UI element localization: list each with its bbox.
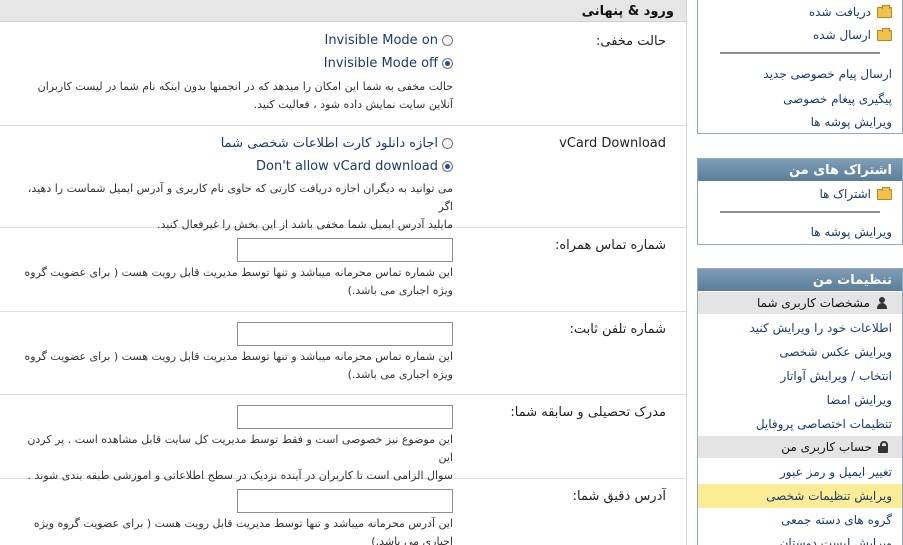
vcard-description-1: می توانید به دیگران اجازه دریافت کارتی ک… bbox=[27, 182, 453, 213]
invisible-on-option[interactable]: Invisible Mode on bbox=[324, 33, 453, 48]
account-subheader: حساب کاربری من bbox=[698, 436, 902, 458]
landline-input[interactable] bbox=[237, 322, 453, 346]
link-edit-photo[interactable]: ویرایش عکس شخصی bbox=[779, 345, 892, 359]
mobile-row: شماره تماس همراه: این شماره تماس محرمانه… bbox=[0, 228, 686, 312]
link-profile-privacy[interactable]: تنظیمات اختصاصی پروفایل bbox=[756, 417, 892, 431]
vcard-deny-radio[interactable] bbox=[442, 161, 453, 172]
link-edit-details[interactable]: اطلاعات خود را ویرایش کنید bbox=[750, 321, 893, 335]
invisible-on-radio[interactable] bbox=[442, 35, 453, 46]
mobile-description-2: ویژه اجباری می باشد.) bbox=[347, 284, 453, 297]
vcard-label: vCard Download bbox=[559, 136, 666, 151]
folder-inbox-label: دریافت شده bbox=[808, 5, 871, 19]
vcard-deny-text: Don't allow vCard download bbox=[255, 159, 438, 174]
education-input[interactable] bbox=[237, 405, 453, 429]
link-new-pm[interactable]: ارسال پیام خصوصی جدید bbox=[763, 67, 892, 81]
folder-sent[interactable]: ارسال شده bbox=[812, 27, 892, 42]
link-edit-signature[interactable]: ویرایش امضا bbox=[827, 393, 892, 407]
education-description-1: این موضوع نیز خصوصی است و فقط توسط مدیری… bbox=[27, 433, 453, 464]
link-edit-avatar[interactable]: انتخاب / ویرایش آواتار bbox=[781, 369, 892, 383]
usercp-sidebar: دریافت شده ارسال شده ارسال پیام خصوصی جد… bbox=[697, 0, 903, 545]
options-form-panel: ورود & پنهانی حالت مخفی: Invisible Mode … bbox=[0, 0, 687, 545]
education-row: مدرک تحصیلی و سابقه شما: این موضوع نیز خ… bbox=[0, 395, 686, 482]
section-title: ورود & پنهانی bbox=[0, 0, 686, 22]
landline-description-2: ویژه اجباری می باشد.) bbox=[347, 368, 453, 381]
address-description-2: اجباری می باشد.) bbox=[371, 535, 453, 545]
invisible-mode-row: حالت مخفی: Invisible Mode on Invisible M… bbox=[0, 22, 686, 126]
folder-sent-label: ارسال شده bbox=[812, 28, 871, 42]
invisible-off-text: Invisible Mode off bbox=[323, 56, 438, 71]
settings-header[interactable]: تنظیمات من bbox=[698, 268, 902, 291]
user-icon bbox=[876, 297, 888, 309]
invisible-off-option[interactable]: Invisible Mode off bbox=[324, 56, 453, 71]
link-email-password[interactable]: تغییر ایمیل و رمز عبور bbox=[780, 465, 892, 479]
mobile-label: شماره تماس همراه: bbox=[554, 238, 666, 253]
vcard-row: vCard Download اجازه دانلود کارت اطلاعات… bbox=[0, 126, 686, 231]
profile-subheader: مشخصات کاربری شما bbox=[698, 292, 902, 314]
messages-block: دریافت شده ارسال شده ارسال پیام خصوصی جد… bbox=[697, 0, 903, 134]
folder-icon bbox=[877, 27, 892, 41]
invisible-description-1: حالت مخفی به شما این امکان را میدهد که د… bbox=[37, 80, 453, 93]
mobile-description-1: این شماره تماس محرمانه میباشد و تنها توس… bbox=[24, 266, 453, 279]
invisible-on-text: Invisible Mode on bbox=[324, 33, 438, 48]
vcard-allow-text: اجازه دانلود کارت اطلاعات شخصی شما bbox=[220, 136, 438, 151]
link-track-pm[interactable]: پیگیری پیغام خصوصی bbox=[783, 92, 892, 106]
address-description-1: این آدرس محرمانه میباشد و تنها توسط مدیر… bbox=[33, 517, 453, 530]
link-edit-subscription-folders[interactable]: ویرایش پوشه ها bbox=[811, 225, 892, 239]
link-group-memberships[interactable]: گروه های دسته جمعی bbox=[781, 513, 892, 527]
invisible-description-2: آنلاین سایت نمایش داده شود ، فعالیت کنید… bbox=[253, 98, 453, 111]
folder-icon bbox=[877, 4, 892, 18]
vcard-allow-option[interactable]: اجازه دانلود کارت اطلاعات شخصی شما bbox=[221, 136, 453, 151]
address-label: آدرس دقیق شما: bbox=[572, 489, 666, 504]
profile-subheader-label: مشخصات کاربری شما bbox=[756, 296, 870, 310]
landline-description-1: این شماره تماس محرمانه میباشد و تنها توس… bbox=[24, 350, 453, 363]
folder-subscriptions-label: اشتراک ها bbox=[819, 187, 871, 201]
link-edit-options[interactable]: ویرایش تنظیمات شخصی bbox=[766, 489, 892, 503]
mobile-input[interactable] bbox=[237, 238, 453, 262]
invisible-mode-label: حالت مخفی: bbox=[595, 34, 666, 49]
vcard-allow-radio[interactable] bbox=[442, 138, 453, 149]
divider bbox=[720, 52, 880, 54]
education-label: مدرک تحصیلی و سابقه شما: bbox=[510, 405, 666, 420]
account-subheader-label: حساب کاربری من bbox=[781, 440, 872, 454]
link-edit-pm-folders[interactable]: ویرایش پوشه ها bbox=[811, 115, 892, 129]
subscriptions-header[interactable]: اشتراک های من bbox=[698, 158, 902, 181]
vcard-deny-option[interactable]: Don't allow vCard download bbox=[256, 159, 453, 174]
subscriptions-block: اشتراک های من اشتراک ها ویرایش پوشه ها bbox=[697, 158, 903, 245]
folder-icon bbox=[877, 186, 892, 200]
landline-label: شماره تلفن ثابت: bbox=[569, 322, 666, 337]
landline-row: شماره تلفن ثابت: این شماره تماس محرمانه … bbox=[0, 312, 686, 395]
lock-icon bbox=[878, 441, 888, 453]
folder-inbox[interactable]: دریافت شده bbox=[808, 4, 892, 19]
folder-subscriptions[interactable]: اشتراک ها bbox=[819, 186, 892, 201]
divider bbox=[720, 211, 880, 213]
address-input[interactable] bbox=[237, 489, 453, 513]
address-row: آدرس دقیق شما: این آدرس محرمانه میباشد و… bbox=[0, 479, 686, 545]
settings-block: تنظیمات من مشخصات کاربری شما اطلاعات خود… bbox=[697, 268, 903, 545]
invisible-off-radio[interactable] bbox=[442, 58, 453, 69]
link-buddy-list[interactable]: ویرایش لیست دوستان bbox=[780, 536, 892, 545]
